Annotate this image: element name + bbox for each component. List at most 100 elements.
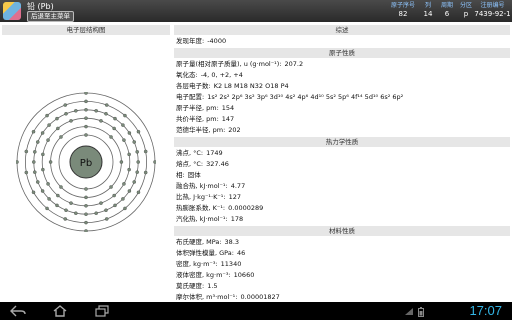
- property-label: 布氏硬度, MPa:: [176, 238, 222, 246]
- electron-dot: [47, 123, 51, 127]
- electron-dot: [84, 195, 88, 200]
- property-value: 11340: [220, 260, 242, 268]
- electron-dot: [121, 123, 125, 127]
- property-label: 相:: [176, 171, 185, 179]
- electron-dot: [74, 109, 78, 113]
- property-row-boiling-point: 沸点, °C: 1749: [176, 148, 506, 159]
- signal-icon: [404, 307, 414, 318]
- recent-apps-icon[interactable]: [94, 305, 110, 317]
- atomic-number-value: 82: [398, 10, 408, 18]
- property-row-heat-of-fusion: 融合热, kJ·mol⁻¹: 4.77: [176, 181, 506, 192]
- property-label: 发现年度:: [176, 37, 205, 45]
- electron-dot: [119, 160, 124, 164]
- electron-shell-panel: 电子层结构图 Pb: [0, 22, 172, 302]
- property-row-van-der-waals-radius: 范德华半径, pm: 202: [176, 125, 506, 136]
- property-row-thermal-expansion: 热膨胀系数, K⁻¹: 0.0000289: [176, 203, 506, 214]
- electron-dot: [74, 211, 78, 215]
- electron-dot: [59, 135, 63, 139]
- property-label: 氧化态:: [176, 71, 198, 79]
- property-label: 融合热, kJ·mol⁻¹:: [176, 182, 228, 190]
- bohr-model-diagram: Pb: [16, 92, 156, 232]
- section-material-header: 材料性质: [174, 226, 510, 236]
- property-value: 0.00001827: [240, 293, 280, 301]
- electron-dot: [127, 152, 131, 157]
- back-to-main-menu-button[interactable]: 后退至主菜单: [27, 11, 74, 22]
- electron-dot: [36, 180, 40, 184]
- electron-dot: [127, 189, 132, 193]
- electron-dot: [84, 220, 88, 225]
- electron-dot: [109, 135, 113, 139]
- properties-panel[interactable]: 综述 发现年度: -4000 原子性质 原子量(相对原子质量), u (g·mol…: [174, 22, 510, 302]
- electron-dot: [84, 187, 88, 191]
- electron-dot: [16, 160, 19, 164]
- electron-dot: [56, 193, 60, 198]
- electron-dot: [94, 109, 98, 113]
- electron-dot: [84, 92, 88, 95]
- property-value: 46: [236, 249, 246, 257]
- electron-dot: [121, 197, 125, 201]
- property-value: 327.46: [206, 160, 229, 168]
- property-row-shell-electrons: 各层电子数: K2 L8 M18 N32 O18 P4: [176, 81, 506, 92]
- periodic-table-app-icon[interactable]: [3, 2, 21, 20]
- electron-dot: [48, 160, 53, 164]
- electron-dot: [63, 103, 68, 107]
- period-label: 周期: [440, 2, 453, 9]
- property-label: 液体密度, kg·m⁻³:: [176, 271, 231, 279]
- electron-dot: [136, 190, 141, 195]
- electron-dot: [132, 180, 136, 184]
- electron-dot: [122, 138, 126, 142]
- property-label: 共价半径, pm:: [176, 115, 219, 123]
- property-label: 原子量(相对原子质量), u (g·mol⁻¹):: [176, 60, 282, 68]
- property-row-melting-point: 熔点, °C: 327.46: [176, 159, 506, 170]
- electron-dot: [127, 167, 131, 172]
- electron-dot: [113, 116, 117, 121]
- block-value: p: [463, 10, 469, 18]
- electron-dot: [135, 150, 139, 154]
- electron-dot: [55, 116, 59, 121]
- property-label: 比热, J·kg⁻¹·K⁻¹:: [176, 193, 226, 201]
- property-value: 固体: [187, 171, 201, 179]
- property-row-heat-of-vaporization: 汽化热, kJ·mol⁻¹: 178: [176, 214, 506, 225]
- electron-dot: [46, 182, 50, 186]
- property-row-liquid-density: 液体密度, kg·m⁻³: 10660: [176, 270, 506, 281]
- electron-dot: [136, 160, 140, 164]
- property-value: 1.5: [207, 282, 218, 290]
- electron-dot: [32, 160, 36, 164]
- electron-dot: [24, 170, 29, 175]
- battery-icon: [418, 307, 424, 319]
- property-row-bulk-modulus: 体积弹性模量, GPa: 46: [176, 248, 506, 259]
- property-row-covalent-radius: 共价半径, pm: 147: [176, 114, 506, 125]
- property-value: 38.3: [224, 238, 240, 246]
- electron-dot: [84, 212, 88, 216]
- period-value: 6: [444, 10, 450, 18]
- electron-dot: [112, 193, 116, 198]
- electron-dot: [41, 152, 45, 157]
- property-value: 0.0000289: [228, 204, 264, 212]
- electron-dot: [45, 113, 49, 118]
- property-label: 莫氏硬度:: [176, 282, 205, 290]
- home-icon[interactable]: [52, 305, 68, 317]
- property-value: 4.77: [230, 182, 246, 190]
- electron-dot: [41, 167, 45, 172]
- atomic-number-label: 原子序号: [390, 2, 415, 9]
- electron-dot: [135, 170, 139, 174]
- group-column: 列 14: [420, 2, 436, 18]
- electron-dot: [69, 119, 73, 123]
- electron-dot: [64, 112, 68, 116]
- electron-dot: [84, 133, 88, 137]
- electron-dot: [123, 206, 127, 211]
- property-row-mohs-hardness: 莫氏硬度: 1.5: [176, 281, 506, 292]
- electron-dot: [84, 108, 88, 112]
- property-label: 原子半径, pm:: [176, 104, 219, 112]
- property-row-electron-configuration: 电子配置: 1s² 2s² 2p⁶ 3s² 3p⁶ 3d¹⁰ 4s² 4p⁶ 4d…: [176, 92, 506, 103]
- back-icon[interactable]: [10, 305, 26, 317]
- property-row-atomic-radius: 原子半径, pm: 154: [176, 103, 506, 114]
- property-row-oxidation-states: 氧化态: -4, 0, +2, +4: [176, 70, 506, 81]
- electron-dot: [113, 203, 117, 208]
- electron-dot: [143, 149, 148, 154]
- property-value: K2 L8 M18 N32 O18 P4: [213, 82, 289, 90]
- electron-dot: [46, 138, 50, 142]
- electron-dot: [104, 103, 109, 107]
- system-navigation-bar: 17:07: [0, 302, 512, 320]
- electron-dot: [33, 150, 37, 154]
